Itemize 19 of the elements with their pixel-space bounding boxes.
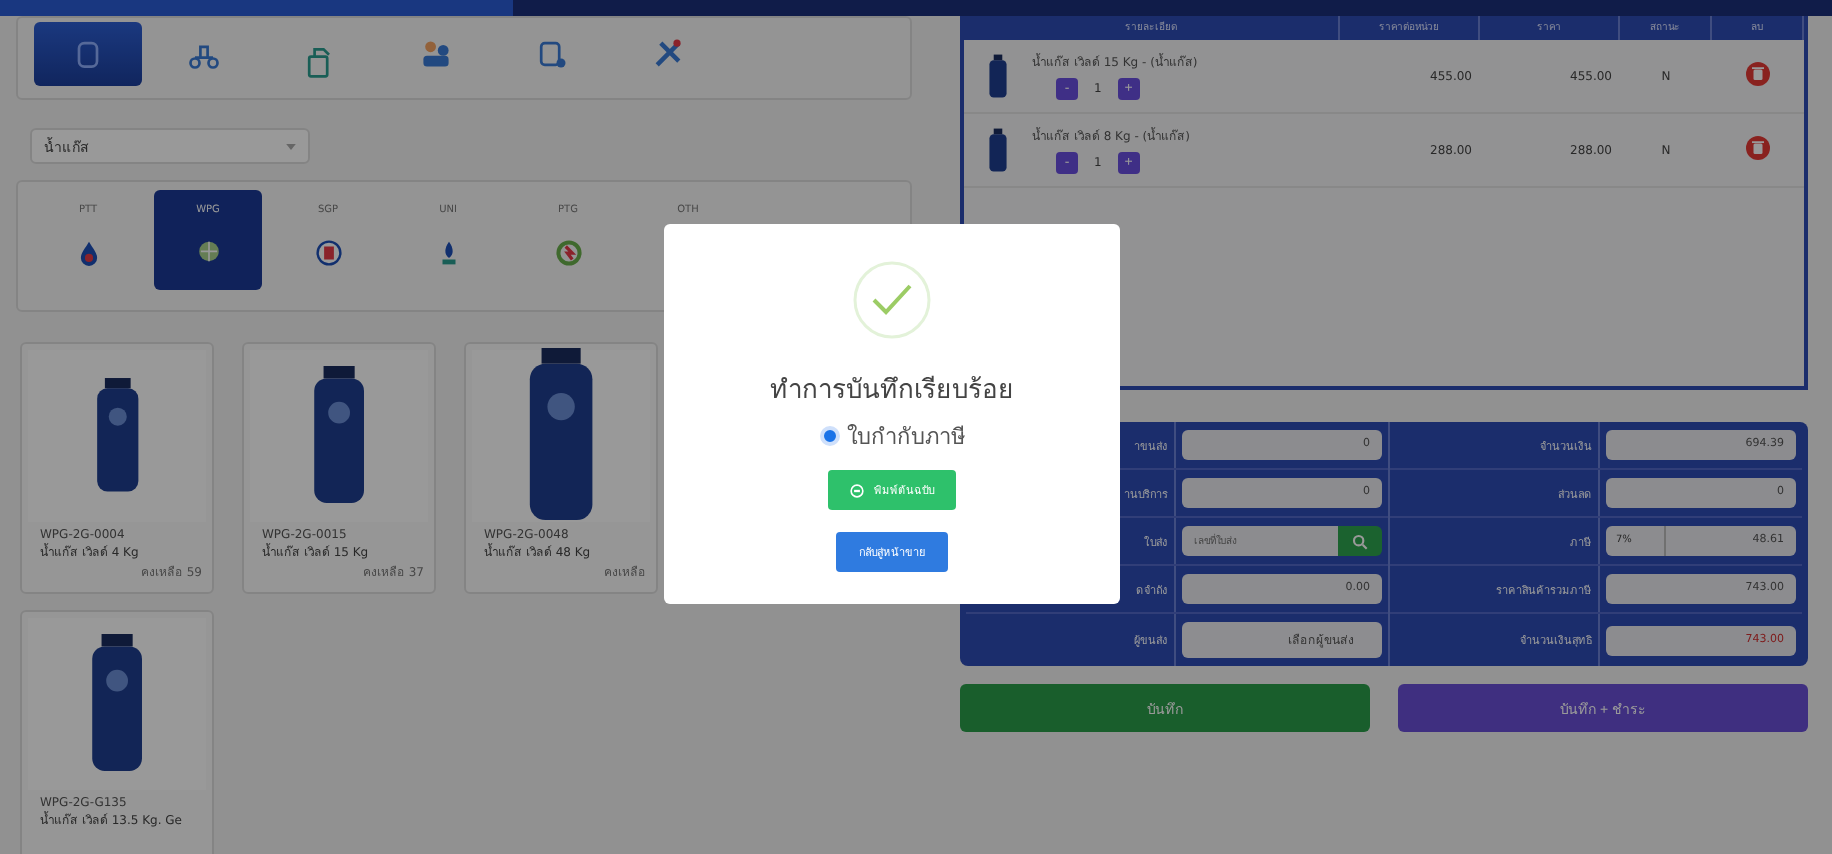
globe-logo-icon: [195, 240, 221, 266]
delete-icon[interactable]: [1746, 136, 1770, 160]
category-tab[interactable]: [34, 22, 142, 86]
people-icon: [418, 36, 454, 72]
gas-cylinder-drawing: [988, 52, 1008, 100]
delete-icon[interactable]: [1746, 62, 1770, 86]
badge-logo-icon: [315, 240, 341, 266]
caret-icon: [286, 143, 296, 149]
gas-cylinder-drawing: [988, 126, 1008, 174]
tools-icon: [650, 36, 686, 72]
tax-invoice-radio[interactable]: ใบกำกับภาษี: [819, 418, 965, 454]
search-icon: [1352, 533, 1368, 549]
checkmark-icon: [852, 260, 932, 340]
ring-logo-icon: [555, 240, 581, 266]
search-button[interactable]: [1338, 526, 1382, 556]
gas-cylinder-drawing: [91, 378, 143, 494]
canister-icon: [534, 36, 570, 72]
drop-logo-icon: [75, 240, 101, 266]
dialog-title: ทำการบันทึกเรียบร้อย: [770, 373, 1014, 410]
